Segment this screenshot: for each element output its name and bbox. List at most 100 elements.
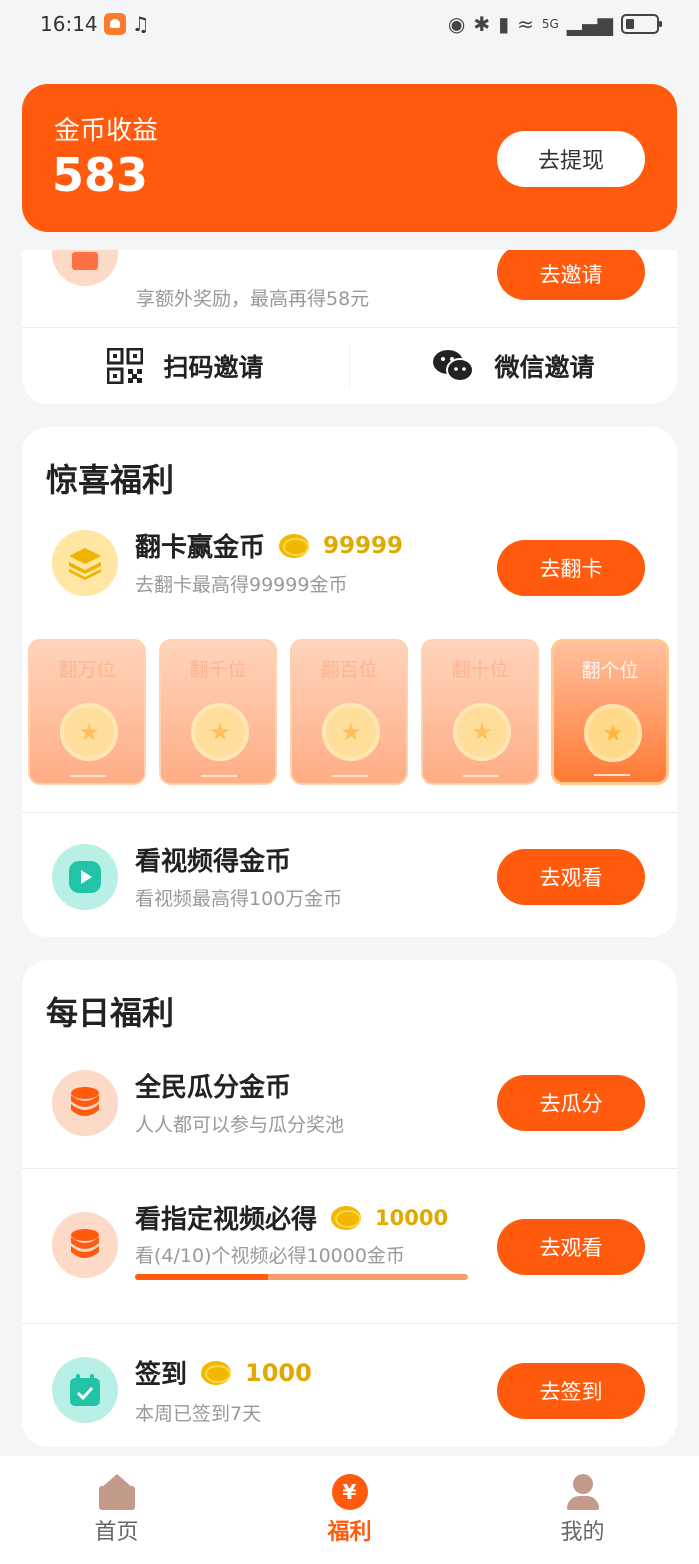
flip-cards-row: 翻万位 ★ 翻千位 ★ 翻百位 ★ 翻十位 ★ 翻个位 ★	[22, 623, 677, 813]
coin-icon	[201, 1360, 232, 1385]
invite-card: 享额外奖励，最高再得58元 去邀请 扫码邀请 微信邀请	[22, 250, 677, 404]
coin-stack-icon	[52, 1212, 118, 1278]
flip-card-label: 翻十位	[451, 659, 509, 681]
card-divider	[332, 775, 368, 777]
watch-title-text: 看指定视频必得	[135, 1205, 318, 1235]
flip-card-wan[interactable]: 翻万位 ★	[28, 639, 146, 785]
flip-coin-amount: 99999	[323, 532, 404, 559]
flip-card-label: 翻万位	[58, 659, 116, 681]
checkin-coin-amount: 1000	[245, 1358, 312, 1387]
star-coin-icon: ★	[453, 703, 511, 761]
card-divider	[70, 775, 106, 777]
invite-subtitle: 享额外奖励，最高再得58元	[136, 288, 370, 310]
star-coin-icon: ★	[60, 703, 118, 761]
signal-icon: ▂▄▆	[566, 12, 613, 36]
watch-coin-amount: 10000	[375, 1205, 449, 1230]
card-divider	[463, 775, 499, 777]
wifi-icon: ≈	[517, 12, 534, 36]
tab-bar: 首页 ¥ 福利 我的	[0, 1456, 699, 1564]
checkin-task-title: 签到 1000	[135, 1354, 312, 1391]
star-coin-icon: ★	[322, 703, 380, 761]
coin-header: 金币收益 583 去提现	[22, 84, 677, 232]
flip-card-label: 翻个位	[581, 660, 639, 682]
watch-specific-task: 看指定视频必得 10000 看(4/10)个视频必得10000金币 去观看	[22, 1169, 677, 1324]
section-title-surprise: 惊喜福利	[46, 461, 175, 499]
app-notification-icon	[103, 13, 126, 35]
invite-button[interactable]: 去邀请	[497, 250, 645, 300]
watch-specific-button[interactable]: 去观看	[497, 1219, 645, 1275]
section-title-daily: 每日福利	[46, 994, 175, 1032]
coin-icon	[331, 1205, 362, 1230]
flip-card-label: 翻千位	[189, 659, 247, 681]
watch-progress-fill	[135, 1274, 269, 1280]
star-coin-icon: ★	[584, 704, 642, 762]
checkin-task: 签到 1000 本周已签到7天 去签到	[22, 1324, 677, 1447]
flip-card-task: 翻卡赢金币 99999 去翻卡最高得99999金币 去翻卡	[22, 505, 677, 629]
flip-card-qian[interactable]: 翻千位 ★	[159, 639, 277, 785]
flip-task-title: 翻卡赢金币 99999	[135, 527, 403, 564]
invite-row: 享额外奖励，最高再得58元 去邀请	[22, 250, 677, 328]
qr-code-icon	[107, 348, 144, 384]
video-task-subtitle: 看视频最高得100万金币	[135, 888, 343, 910]
share-row: 扫码邀请 微信邀请	[22, 328, 677, 404]
flip-card-ge[interactable]: 翻个位 ★	[551, 639, 669, 785]
flip-card-button[interactable]: 去翻卡	[497, 540, 645, 596]
card-divider	[201, 775, 237, 777]
battery-icon	[621, 14, 662, 34]
wechat-invite-label: 微信邀请	[494, 353, 595, 382]
coin-label: 金币收益	[54, 116, 159, 146]
yuan-icon: ¥	[331, 1474, 368, 1510]
coin-stack-icon	[52, 1070, 118, 1136]
video-task: 看视频得金币 看视频最高得100万金币 去观看	[22, 819, 677, 937]
flip-card-bai[interactable]: 翻百位 ★	[290, 639, 408, 785]
share-coins-task: 全民瓜分金币 人人都可以参与瓜分奖池 去瓜分	[22, 1045, 677, 1169]
coin-icon	[279, 533, 310, 558]
share-button[interactable]: 去瓜分	[497, 1075, 645, 1131]
share-task-title: 全民瓜分金币	[135, 1067, 291, 1104]
flip-card-shi[interactable]: 翻十位 ★	[421, 639, 539, 785]
daily-welfare-card: 每日福利 全民瓜分金币 人人都可以参与瓜分奖池 去瓜分 看指定视频必得 1000…	[22, 960, 677, 1447]
play-icon	[52, 844, 118, 910]
tab-me-label: 我的	[560, 1520, 605, 1545]
share-task-subtitle: 人人都可以参与瓜分奖池	[135, 1114, 345, 1136]
flip-task-subtitle: 去翻卡最高得99999金币	[135, 574, 348, 596]
star-coin-icon: ★	[191, 703, 249, 761]
calendar-check-icon	[52, 1357, 118, 1423]
status-right: ◉ ✱ ▮ ≈ 5G ▂▄▆	[447, 12, 662, 36]
tab-me[interactable]: 我的	[466, 1456, 699, 1564]
flip-title-text: 翻卡赢金币	[135, 533, 266, 563]
flip-card-label: 翻百位	[320, 659, 378, 681]
watch-task-subtitle: 看(4/10)个视频必得10000金币	[135, 1245, 405, 1267]
tab-welfare-label: 福利	[327, 1520, 372, 1545]
video-task-title: 看视频得金币	[135, 841, 291, 878]
envelope-icon	[52, 250, 118, 286]
vibrate-icon: ▮	[498, 12, 510, 36]
checkin-title-text: 签到	[135, 1360, 188, 1390]
network-label: 5G	[541, 17, 559, 31]
status-time: 16:14	[40, 12, 98, 36]
wechat-icon	[433, 350, 475, 382]
qr-invite-button[interactable]: 扫码邀请	[22, 328, 349, 404]
layers-icon	[52, 530, 118, 596]
bluetooth-icon: ✱	[473, 12, 491, 36]
tab-welfare[interactable]: ¥ 福利	[233, 1456, 466, 1564]
home-icon	[98, 1474, 135, 1510]
withdraw-button[interactable]: 去提现	[497, 131, 645, 187]
video-title-text: 看视频得金币	[135, 847, 292, 877]
surprise-welfare-card: 惊喜福利 翻卡赢金币 99999 去翻卡最高得99999金币 去翻卡 翻万位 ★…	[22, 427, 677, 937]
tab-home-label: 首页	[94, 1520, 139, 1545]
watch-video-button[interactable]: 去观看	[497, 849, 645, 905]
eye-icon: ◉	[447, 12, 466, 36]
watch-task-title: 看指定视频必得 10000	[135, 1199, 448, 1236]
wechat-invite-button[interactable]: 微信邀请	[350, 328, 677, 404]
coin-value: 583	[52, 148, 149, 202]
watch-progress-bar	[135, 1274, 468, 1280]
checkin-task-subtitle: 本周已签到7天	[135, 1403, 262, 1425]
status-left: 16:14 ♫	[40, 12, 150, 36]
tab-home[interactable]: 首页	[0, 1456, 233, 1564]
checkin-button[interactable]: 去签到	[497, 1363, 645, 1419]
qr-invite-label: 扫码邀请	[163, 353, 264, 382]
user-icon	[565, 1474, 601, 1510]
qq-icon: ♫	[131, 12, 150, 36]
share-title-text: 全民瓜分金币	[135, 1073, 292, 1103]
